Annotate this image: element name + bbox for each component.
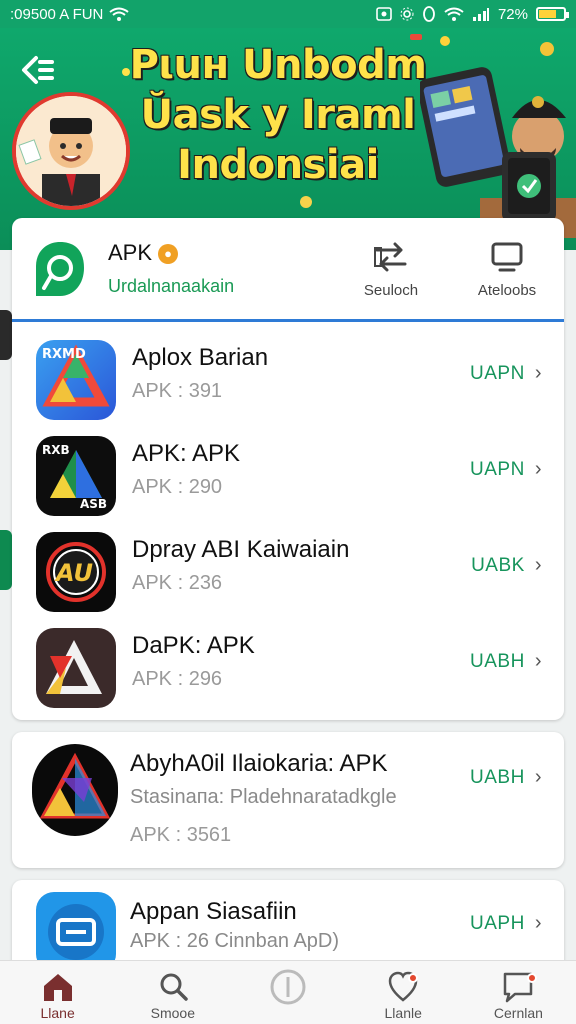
nav-item-explore[interactable] (230, 961, 345, 1024)
app-icon-label: ASB (80, 497, 107, 511)
wifi-signal-icon (444, 7, 464, 21)
app-meta: APK : 236 (132, 572, 223, 594)
chevron-right-icon: › (534, 554, 542, 576)
wifi-icon (109, 7, 130, 21)
app-meta: APK : 290 (132, 476, 223, 498)
compass-icon (270, 969, 306, 1005)
app-icon (36, 628, 116, 708)
app-action-label: UABH (470, 651, 525, 672)
screenshot-icon (376, 7, 392, 21)
app-name: Aplox Barian (132, 344, 269, 371)
battery-fill (539, 10, 557, 18)
app-action-button[interactable]: UAPH › (470, 912, 542, 935)
notification-badge (526, 973, 537, 983)
chevron-right-icon: › (534, 458, 542, 480)
app-icon: RXB ASB (36, 436, 116, 516)
nav-item-favorites[interactable]: Llanle (346, 961, 461, 1024)
app-name: Dpray ABI Kaiwaiain (132, 536, 350, 563)
app-action-label: UAPN (470, 363, 525, 384)
battery-icon (536, 7, 569, 21)
app-name: APK: APK (132, 440, 241, 467)
home-icon (43, 974, 72, 1001)
mascot-left-avatar (12, 92, 130, 210)
app-row[interactable]: RXB ASB APK: APK APK : 290 UAPN › (12, 424, 564, 520)
featured-app-name: AbyhA0il Ilaiokaria: APK (130, 750, 388, 777)
app-action-button[interactable]: UAPN › (470, 458, 542, 481)
app-icon: AU (36, 532, 116, 612)
header-action-device[interactable]: Ateloobs (462, 238, 552, 299)
app-action-label: UAPH (470, 913, 525, 934)
notification-badge (407, 973, 418, 983)
nav-item-messages-label: Cernlan (493, 1005, 543, 1021)
header-action-swap[interactable]: Seuloch (346, 238, 436, 299)
chevron-right-icon: › (534, 362, 542, 384)
banner-title-line-1: Pιuн Unbodm (129, 42, 427, 88)
nav-item-home-label: Llane (40, 1005, 75, 1021)
chevron-right-icon: › (534, 650, 542, 672)
app-icon-label: AU (54, 559, 93, 587)
header-action-device-label: Ateloobs (477, 282, 537, 299)
app-row[interactable]: RXMD Aplox Barian APK : 391 UAPN › (12, 328, 564, 424)
app-action-button[interactable]: UABH › (470, 766, 542, 789)
status-text: :09500 A FUN (10, 5, 104, 23)
app-icon: RXMD (36, 340, 116, 420)
app-meta: APK : 26 Cinnban ApD) (130, 930, 340, 952)
battery-percent: 72% (497, 5, 528, 23)
store-header: APK ● Urdalnanaakain Seuloch Ateloobs (12, 218, 564, 322)
app-action-label: UABH (470, 767, 525, 788)
app-action-label: UABK (471, 555, 525, 576)
back-button[interactable] (18, 50, 58, 90)
search-icon (160, 973, 188, 1001)
nav-item-favorites-label: Llanle (384, 1005, 422, 1021)
chevron-right-icon: › (534, 912, 542, 934)
settings-icon (400, 7, 414, 21)
nav-item-search-label: Smooe (150, 1005, 195, 1021)
promo-banner[interactable]: Pιuн Unbodm Ŭask y Iraml Indonsiai (0, 28, 576, 250)
featured-app-icon (32, 744, 118, 836)
cell-signal-icon (472, 8, 489, 21)
app-row[interactable]: DaPK: APK APK : 296 UABH › (12, 616, 564, 712)
nav-item-messages[interactable]: Cernlan (461, 961, 576, 1024)
featured-app-card[interactable]: AbyhA0il Ilaiokaria: APK Stasinaпа: Plad… (12, 732, 564, 868)
swap-arrows-icon (374, 242, 407, 272)
store-name: APK ● (108, 240, 179, 266)
background-peek (0, 300, 12, 700)
app-meta: APK : 391 (132, 380, 223, 402)
app-icon-label: RXMD (42, 347, 86, 362)
verified-badge-icon: ● (158, 244, 179, 264)
app-action-button[interactable]: UAPN › (470, 362, 542, 385)
store-logo-icon (36, 242, 84, 296)
status-bar: :09500 A FUN 72% (0, 0, 576, 28)
back-arrow-icon (22, 56, 54, 84)
app-name: DaPK: APK (132, 632, 255, 659)
app-meta: APK : 296 (132, 668, 223, 690)
chevron-right-icon: › (534, 766, 542, 788)
alarm-icon (423, 6, 435, 22)
featured-app-meta: APK : 3561 (130, 824, 232, 846)
app-action-button[interactable]: UABK › (471, 554, 542, 577)
svg-text:RXB: RXB (42, 443, 70, 457)
tablet-icon (491, 242, 523, 272)
banner-title-line-2: Ŭask y Iraml (140, 92, 416, 138)
store-name-text: APK (108, 240, 153, 265)
nav-item-search[interactable]: Smooe (115, 961, 230, 1024)
banner-title: Pιuн Unbodm Ŭask y Iraml Indonsiai (128, 40, 428, 190)
mascot-right-illustration (417, 48, 576, 238)
app-row[interactable]: AU Dpray ABI Kaiwaiain APK : 236 UABK › (12, 520, 564, 616)
nav-item-home[interactable]: Llane (0, 961, 115, 1024)
app-name: Appan Siasafiin (130, 898, 297, 925)
app-action-label: UAPN (470, 459, 525, 480)
featured-app-description: Stasinaпа: Pladehnaratadkgle (130, 786, 397, 808)
header-action-swap-label: Seuloch (363, 282, 419, 299)
app-action-button[interactable]: UABH › (470, 650, 542, 673)
store-subtitle: Urdalnanaakain (108, 276, 235, 296)
bottom-navigation: Llane Smooe Llanle Cernlan (0, 960, 576, 1024)
banner-title-line-3: Indonsiai (177, 142, 379, 188)
app-list-card: APK ● Urdalnanaakain Seuloch Ateloobs RX… (12, 218, 564, 720)
